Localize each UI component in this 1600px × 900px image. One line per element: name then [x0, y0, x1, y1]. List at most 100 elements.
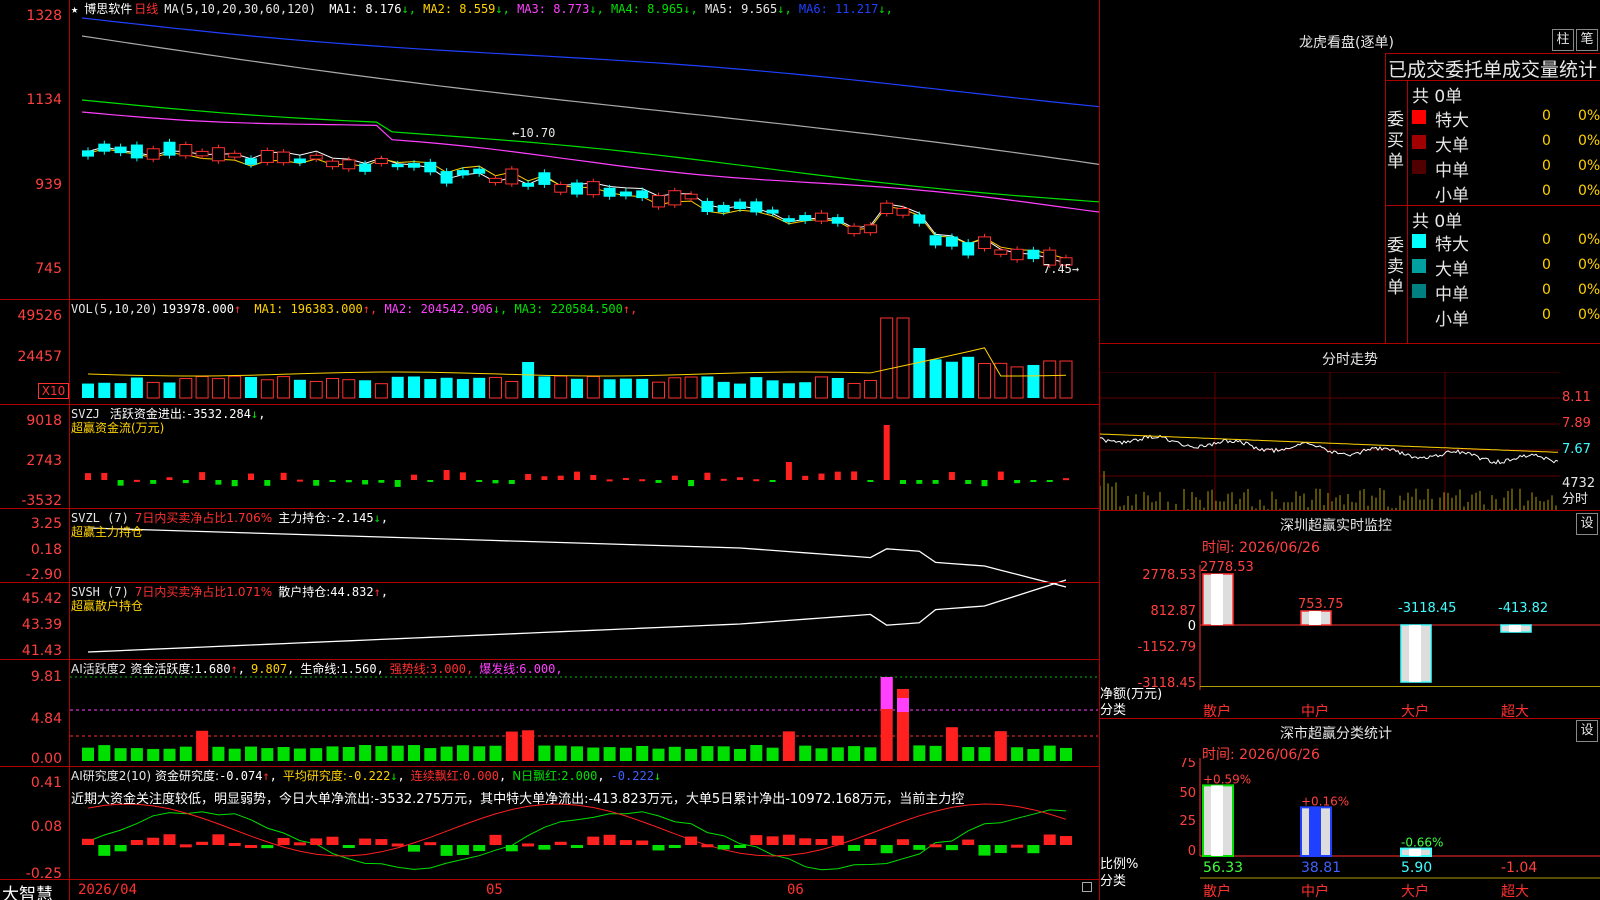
separator: [0, 659, 1100, 660]
candle: [750, 201, 763, 213]
star-icon[interactable]: ★: [71, 2, 78, 16]
monitor-bar-highlight: [1509, 625, 1521, 632]
monitor-settings-button[interactable]: 设: [1576, 513, 1598, 535]
activity-bar: [163, 748, 176, 761]
volume-bar: [1043, 360, 1057, 399]
svzl-axis-label: -2.90: [25, 567, 62, 583]
money-flow-bar: [769, 480, 776, 482]
period-label[interactable]: 日线: [134, 2, 158, 16]
activity-bar: [913, 745, 926, 761]
ma-value: MA5: 9.565: [697, 2, 778, 16]
volume-bar: [228, 375, 242, 399]
stock-name[interactable]: 博思软件: [84, 2, 132, 16]
svsh-title-line: SVSH (7) 7日内买卖净占比1.071% 散户持仓:44.832↑,: [71, 585, 389, 599]
app-root: 1328 1134 939 745 ★ 博思软件 日线 MA(5,10,20,30,6…: [0, 0, 1600, 900]
monitor-axis-label: 812.87: [1151, 604, 1197, 619]
volume-bar: [831, 377, 844, 398]
tick-mode-button[interactable]: 笔: [1576, 29, 1598, 51]
lock-icon[interactable]: [1082, 882, 1092, 892]
candle: [571, 182, 583, 195]
price-axis-label: 745: [35, 261, 62, 277]
activity-bar: [880, 677, 893, 709]
sell-side-label: 委卖单: [1387, 236, 1404, 298]
volume-bar: [456, 379, 469, 398]
order-pct: 0%: [1578, 183, 1600, 199]
intraday-chart[interactable]: [1100, 372, 1560, 510]
activity-bar: [375, 746, 388, 761]
classify-change-label: +0.59%: [1203, 772, 1251, 786]
activity-bar: [603, 747, 616, 761]
separator: [1099, 718, 1600, 719]
money-flow-bar: [720, 478, 727, 481]
volume-bar: [440, 377, 453, 398]
classify-chart[interactable]: 75 50 25 0 +0.59% 56.33 散户 +0.16% 38.81 中户 -0.66% 5…: [1100, 758, 1600, 900]
ma-param: MA(5,10,20,30,60,120): [164, 2, 316, 16]
arrow-icon: ↓,: [683, 2, 698, 16]
monitor-value-label: -3118.45: [1398, 601, 1456, 616]
svzl-axis-label: 0.18: [30, 542, 62, 558]
separator: [0, 879, 1100, 880]
volume-bar: [195, 376, 209, 399]
volume-bar: [750, 377, 763, 398]
order-pct: 0%: [1578, 232, 1600, 248]
ai-res-label2: 平均研究度:: [282, 769, 347, 783]
candle: [374, 158, 388, 165]
candle: [554, 184, 568, 193]
candle: [766, 209, 779, 214]
ma-value: MA2: 204542.906: [377, 302, 493, 316]
money-flow-bar: [574, 471, 580, 480]
activity-bar: [424, 748, 437, 761]
volume-bar: [114, 383, 127, 398]
activity-bar: [750, 745, 763, 761]
money-flow-bar: [150, 480, 157, 484]
activity-bar: [685, 748, 698, 761]
buy-side-label: 委买单: [1387, 110, 1404, 172]
candle: [163, 141, 176, 156]
research-bar: [212, 834, 225, 845]
volume-bar: [913, 348, 926, 398]
brand-label[interactable]: 大智慧: [2, 880, 53, 900]
research-bar: [587, 836, 600, 845]
ai2-v2: 9.807: [251, 662, 288, 676]
order-size-label: 特大: [1435, 111, 1469, 131]
candle: [195, 150, 209, 157]
intraday-unit: 分时: [1562, 492, 1589, 507]
volume-bar: [652, 381, 665, 399]
main-title-line: ★ 博思软件 日线 MA(5,10,20,30,60,120) MA1: 8.176 ↓…: [71, 2, 899, 16]
candle: [309, 154, 323, 160]
activity-bar: [1011, 747, 1024, 761]
svzl-title-line: SVZL (7) 7日内买卖净占比1.706% 主力持仓:-2.145↓,: [71, 511, 389, 525]
order-size-label: 大单: [1435, 260, 1469, 280]
activity-bar: [489, 745, 502, 761]
volume-bar: [962, 356, 975, 398]
monitor-chart[interactable]: 2778.53812.870-1152.79-3118.452778.53散户7…: [1100, 550, 1600, 720]
research-bar: [766, 836, 779, 845]
money-flow-bar: [818, 473, 825, 480]
candle: [260, 150, 274, 163]
research-bar: [391, 843, 404, 847]
arrow-icon: ↓: [390, 769, 398, 783]
svzj-label: 活跃资金进出:: [109, 407, 186, 421]
volume-bar: [571, 378, 583, 398]
ai2-axis-label: 0.00: [30, 751, 62, 767]
category-label: 中户: [1301, 883, 1329, 900]
classify-settings-button[interactable]: 设: [1576, 720, 1598, 742]
candle: [782, 218, 795, 222]
candle: [701, 200, 714, 212]
ma-value: MA1: 8.176: [321, 2, 402, 16]
volume-bar: [684, 376, 698, 399]
activity-bar: [571, 746, 583, 761]
money-flow-bar: [85, 473, 91, 480]
money-flow-bar: [264, 480, 271, 486]
vol-axis-label: 49526: [17, 308, 62, 324]
vol-title-line: VOL(5,10,20) 193978.000↑ MA1: 196383.000↑…: [71, 302, 643, 316]
vol-unit-badge[interactable]: X10: [38, 383, 69, 399]
bar-mode-button[interactable]: 柱: [1552, 29, 1574, 51]
monitor-bar-highlight: [1309, 611, 1321, 625]
research-bar: [261, 845, 274, 849]
volume-bar: [896, 317, 910, 399]
svzj-subtitle: 超赢资金流(万元): [71, 421, 165, 435]
candle: [994, 249, 1008, 255]
activity-bar: [98, 745, 111, 761]
ai2-title: AI活跃度2: [71, 662, 127, 676]
